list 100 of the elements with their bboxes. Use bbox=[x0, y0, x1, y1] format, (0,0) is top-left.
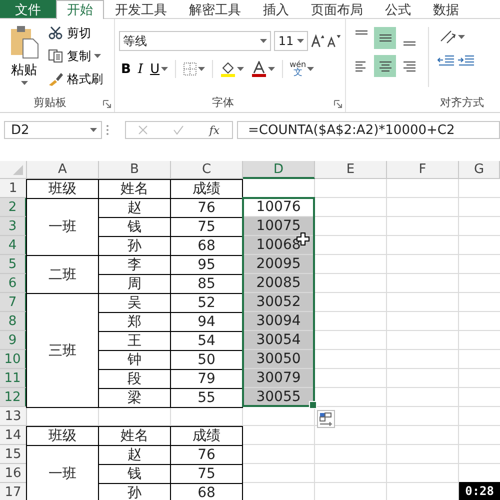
ribbon-tab[interactable]: 插入 bbox=[252, 0, 300, 18]
fill-handle[interactable] bbox=[309, 401, 317, 409]
caret-icon bbox=[260, 39, 268, 43]
ribbon-tab[interactable]: 页面布局 bbox=[300, 0, 374, 18]
orientation-icon bbox=[439, 29, 457, 45]
align-icon bbox=[354, 30, 368, 35]
row-header[interactable]: 17 bbox=[0, 483, 27, 500]
table-cell: 一班 bbox=[26, 198, 99, 256]
ribbon-command[interactable]: 复制 bbox=[48, 46, 103, 66]
table-cell: 王 bbox=[98, 331, 171, 351]
borders-button[interactable] bbox=[180, 60, 207, 78]
column-header[interactable]: A bbox=[27, 161, 99, 179]
shrink-font-icon[interactable] bbox=[327, 34, 342, 48]
row-header[interactable]: 4 bbox=[0, 236, 27, 255]
paste-button[interactable]: 粘贴 bbox=[4, 23, 44, 94]
column-header[interactable]: F bbox=[387, 161, 459, 179]
row-header[interactable]: 16 bbox=[0, 464, 27, 483]
row-header[interactable]: 10 bbox=[0, 350, 27, 369]
row-header[interactable]: 1 bbox=[0, 179, 27, 198]
font-size-field[interactable]: 11 bbox=[274, 31, 308, 51]
table-cell: 周 bbox=[98, 274, 171, 294]
column-header[interactable]: B bbox=[99, 161, 171, 179]
align-icon bbox=[378, 60, 392, 72]
video-timestamp: 0:28 bbox=[459, 482, 500, 500]
table-cell: 钟 bbox=[98, 350, 171, 370]
table-cell: 二班 bbox=[26, 255, 99, 294]
header-cell: 姓名 bbox=[98, 426, 171, 446]
dialog-launcher-icon[interactable] bbox=[103, 100, 111, 108]
align-icon bbox=[354, 60, 368, 72]
table-cell: 孙 bbox=[98, 236, 171, 256]
paint-bucket-icon bbox=[220, 61, 236, 77]
table-cell: 20095 bbox=[243, 255, 315, 274]
table-cell: 30054 bbox=[243, 331, 315, 350]
table-cell: 赵 bbox=[98, 198, 171, 218]
more-icon bbox=[106, 124, 109, 136]
align-button[interactable] bbox=[374, 55, 396, 77]
underline-button[interactable]: U bbox=[148, 60, 170, 78]
column-header[interactable]: C bbox=[171, 161, 243, 179]
font-color-icon bbox=[250, 61, 267, 77]
caret-icon bbox=[90, 128, 97, 132]
table-cell: 10075 bbox=[243, 217, 315, 236]
header-cell: 班级 bbox=[26, 179, 99, 199]
ribbon-tab[interactable]: 开发工具 bbox=[104, 0, 178, 18]
ribbon-tab[interactable]: 解密工具 bbox=[178, 0, 252, 18]
table-cell: 段 bbox=[98, 369, 171, 389]
table-cell: 赵 bbox=[98, 445, 171, 465]
name-box[interactable]: D2 bbox=[4, 121, 102, 139]
row-header[interactable]: 2 bbox=[0, 198, 27, 217]
row-header[interactable]: 9 bbox=[0, 331, 27, 350]
row-header[interactable]: 8 bbox=[0, 312, 27, 331]
ribbon-command[interactable]: 剪切 bbox=[48, 23, 103, 43]
formula-field[interactable]: =COUNTA($A$2:A2)*10000+C2 bbox=[237, 121, 500, 139]
row-header[interactable]: 12 bbox=[0, 388, 27, 407]
table-cell: 钱 bbox=[98, 464, 171, 484]
group-label: 字体 bbox=[211, 95, 235, 111]
phonetic-button[interactable]: wén 文 bbox=[288, 58, 316, 80]
scissors-icon bbox=[48, 26, 64, 40]
italic-button[interactable]: I bbox=[136, 60, 146, 78]
table-cell: 30094 bbox=[243, 312, 315, 331]
column-header[interactable]: G bbox=[459, 161, 500, 179]
quick-analysis-icon[interactable] bbox=[317, 410, 335, 428]
caret-icon bbox=[296, 39, 304, 43]
row-header[interactable]: 6 bbox=[0, 274, 27, 293]
file-tab[interactable]: 文件 bbox=[0, 0, 56, 18]
row-header[interactable]: 13 bbox=[0, 407, 27, 426]
caret-icon bbox=[160, 67, 168, 71]
row-header[interactable]: 11 bbox=[0, 369, 27, 388]
row-header[interactable]: 3 bbox=[0, 217, 27, 236]
column-header[interactable]: E bbox=[315, 161, 387, 179]
caret-icon bbox=[268, 67, 275, 71]
table-cell: 75 bbox=[170, 464, 243, 484]
align-icon bbox=[402, 41, 416, 46]
row-header[interactable]: 5 bbox=[0, 255, 27, 274]
row-header[interactable]: 14 bbox=[0, 426, 27, 445]
align-button[interactable] bbox=[374, 27, 396, 49]
header-cell: 成绩 bbox=[170, 426, 243, 446]
table-cell: 30079 bbox=[243, 369, 315, 388]
table-cell: 76 bbox=[170, 445, 243, 465]
table-cell: 30050 bbox=[243, 350, 315, 369]
row-header[interactable]: 7 bbox=[0, 293, 27, 312]
grow-font-icon[interactable] bbox=[310, 34, 324, 48]
ribbon-tab[interactable]: 开始 bbox=[56, 0, 104, 19]
caret-icon bbox=[307, 67, 314, 71]
insert-function-button[interactable]: fx bbox=[209, 124, 220, 136]
check-icon[interactable] bbox=[173, 125, 184, 135]
ribbon-command[interactable]: 格式刷 bbox=[48, 69, 103, 89]
header-cell: 姓名 bbox=[98, 179, 171, 199]
caret-icon bbox=[236, 67, 244, 71]
font-name-field[interactable]: 等线 bbox=[119, 31, 272, 51]
row-header[interactable]: 15 bbox=[0, 445, 27, 464]
caret-icon bbox=[94, 54, 101, 58]
ribbon-tab[interactable]: 数据 bbox=[422, 0, 470, 18]
ribbon-tab[interactable]: 公式 bbox=[374, 0, 422, 18]
group-label: 对齐方式 bbox=[439, 95, 485, 111]
dialog-launcher-icon[interactable] bbox=[334, 100, 342, 108]
table-cell: 一班 bbox=[26, 445, 99, 500]
bold-button[interactable]: B bbox=[119, 60, 133, 78]
column-header[interactable]: D bbox=[243, 161, 315, 179]
header-cell: 班级 bbox=[26, 426, 99, 446]
table-cell: 30052 bbox=[243, 293, 315, 312]
